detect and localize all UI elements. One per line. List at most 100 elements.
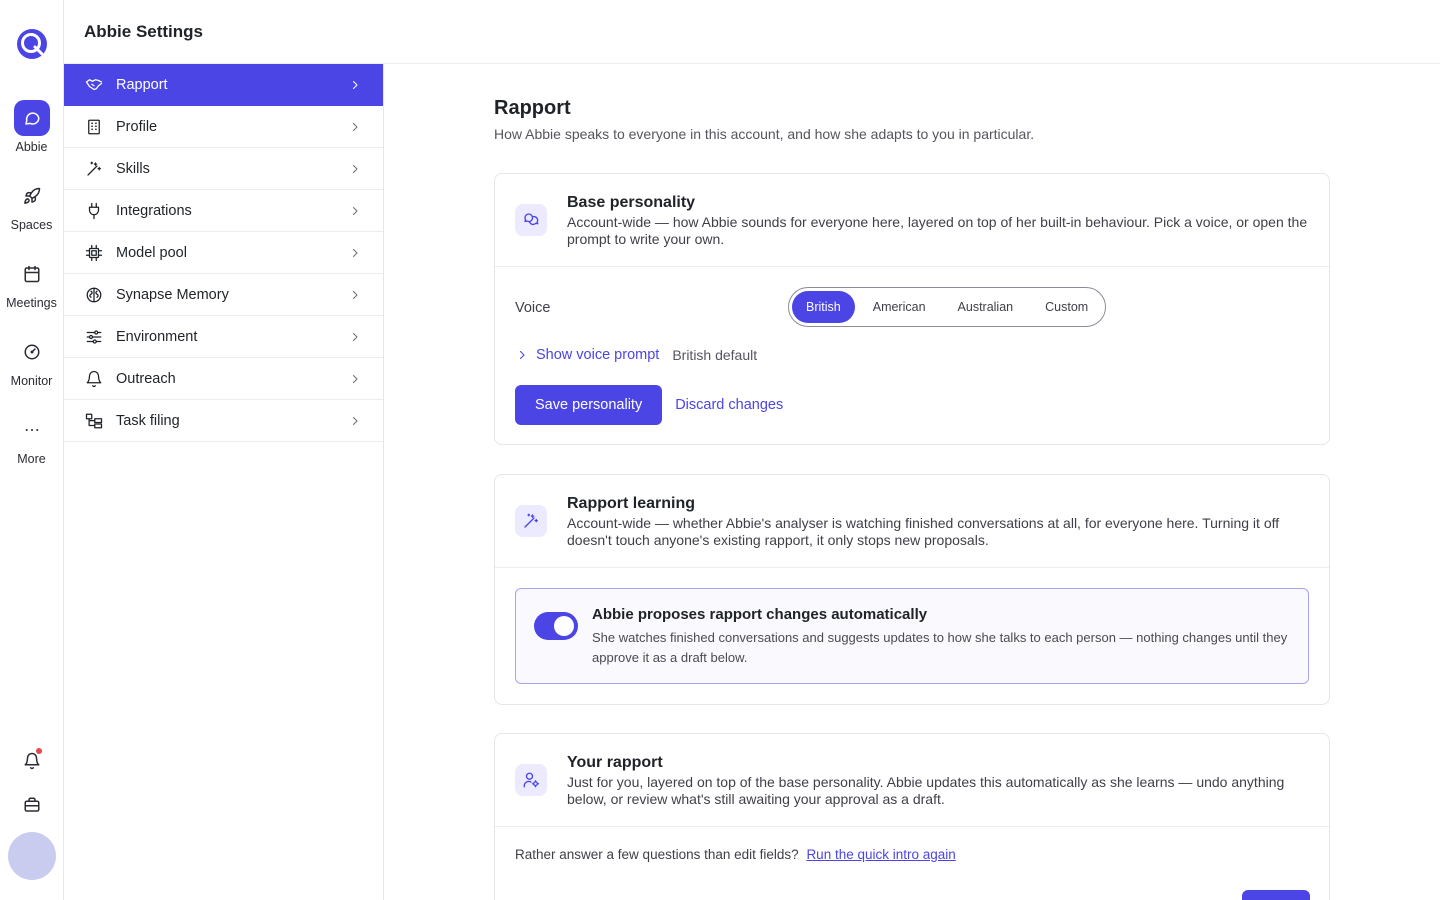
- toggle-title: Abbie proposes rapport changes automatic…: [592, 606, 928, 623]
- rail-item-abbie[interactable]: Abbie: [0, 100, 63, 154]
- gauge-icon: [14, 334, 50, 370]
- show-voice-prompt-label: Show voice prompt: [536, 347, 660, 363]
- bell-icon: [84, 369, 104, 389]
- page-subtitle: How Abbie speaks to everyone in this acc…: [494, 126, 1035, 142]
- chevron-right-icon: [347, 161, 363, 177]
- bell-icon[interactable]: [14, 746, 50, 776]
- voice-prompt-row: Show voice prompt British default: [515, 347, 757, 363]
- magic-wand-icon: [515, 505, 547, 537]
- card-header: Your rapport Just for you, layered on to…: [495, 734, 1329, 827]
- voice-prompt-value: British default: [672, 347, 758, 363]
- main-content: Rapport How Abbie speaks to everyone in …: [384, 64, 1440, 900]
- run-quick-intro-link[interactable]: Run the quick intro again: [806, 847, 955, 862]
- menu-item-label: Outreach: [116, 370, 176, 387]
- chevron-right-icon: [347, 245, 363, 261]
- rail-item-monitor[interactable]: Monitor: [0, 334, 63, 388]
- user-settings-icon: [515, 764, 547, 796]
- page-header-title: Abbie Settings: [84, 22, 204, 41]
- auto-propose-setting: Abbie proposes rapport changes automatic…: [515, 588, 1309, 684]
- app-rail: Abbie Spaces Meetings Monitor More: [0, 0, 64, 900]
- avatar[interactable]: [8, 832, 56, 880]
- voice-option-custom[interactable]: Custom: [1031, 291, 1102, 323]
- rail-item-spaces[interactable]: Spaces: [0, 178, 63, 232]
- your-rapport-card: Your rapport Just for you, layered on to…: [494, 733, 1330, 900]
- rail-label: Abbie: [15, 140, 48, 154]
- rail-item-meetings[interactable]: Meetings: [0, 256, 63, 310]
- menu-item-rapport[interactable]: Rapport: [64, 64, 383, 106]
- chevron-right-icon: [347, 329, 363, 345]
- chevron-right-icon: [347, 413, 363, 429]
- rail-label: Spaces: [10, 218, 53, 232]
- rail-label: Monitor: [10, 374, 53, 388]
- toggle-description: She watches finished conversations and s…: [592, 630, 1288, 665]
- chevron-right-icon: [347, 119, 363, 135]
- rapport-learning-card: Rapport learning Account-wide — whether …: [494, 474, 1330, 705]
- toggle-knob: [554, 616, 574, 636]
- menu-item-environment[interactable]: Environment: [64, 316, 383, 358]
- menu-item-integrations[interactable]: Integrations: [64, 190, 383, 232]
- base-personality-card: Base personality Account-wide — how Abbi…: [494, 173, 1330, 445]
- card-description: Account-wide — whether Abbie's analyser …: [567, 515, 1280, 548]
- menu-item-synapse-memory[interactable]: Synapse Memory: [64, 274, 383, 316]
- card-description: Account-wide — how Abbie sounds for ever…: [567, 214, 1308, 247]
- voice-label: Voice: [515, 300, 551, 316]
- chat-bubble-icon: [13, 100, 50, 136]
- chevron-right-icon: [515, 348, 529, 362]
- menu-item-outreach[interactable]: Outreach: [64, 358, 383, 400]
- voice-option-american[interactable]: American: [859, 291, 940, 323]
- personality-actions: Save personality Discard changes: [515, 385, 783, 425]
- page-title: Rapport: [494, 97, 571, 119]
- card-description: Just for you, layered on top of the base…: [567, 774, 1285, 807]
- handshake-icon: [84, 75, 104, 95]
- top-bar: Abbie Settings: [64, 0, 1440, 64]
- rocket-icon: [14, 178, 50, 214]
- ellipsis-icon: [14, 412, 50, 448]
- voice-option-british[interactable]: British: [792, 291, 855, 323]
- show-voice-prompt-toggle[interactable]: Show voice prompt: [515, 347, 659, 363]
- rail-label: More: [17, 452, 46, 466]
- notification-dot: [36, 748, 42, 754]
- quick-intro-prompt: Rather answer a few questions than edit …: [515, 847, 799, 862]
- magic-wand-icon: [84, 159, 104, 179]
- voice-row: Voice British American Australian Custom: [495, 267, 1329, 347]
- calendar-icon: [14, 256, 50, 292]
- quick-intro-row: Rather answer a few questions than edit …: [515, 847, 956, 862]
- card-header: Base personality Account-wide — how Abbi…: [495, 174, 1329, 267]
- building-icon: [84, 117, 104, 137]
- card-title: Your rapport: [567, 754, 663, 771]
- discard-changes-button[interactable]: Discard changes: [675, 397, 783, 413]
- rail-item-more[interactable]: More: [0, 412, 63, 466]
- menu-item-label: Task filing: [116, 412, 180, 429]
- menu-item-label: Environment: [116, 328, 198, 345]
- brain-icon: [84, 285, 104, 305]
- chevron-right-icon: [347, 371, 363, 387]
- menu-item-label: Rapport: [116, 76, 168, 93]
- settings-menu: Rapport Profile Skills Integrations Mode…: [64, 64, 384, 900]
- menu-item-skills[interactable]: Skills: [64, 148, 383, 190]
- chevron-right-icon: [347, 287, 363, 303]
- sliders-icon: [84, 327, 104, 347]
- menu-item-label: Skills: [116, 160, 150, 177]
- cpu-chip-icon: [84, 243, 104, 263]
- voice-option-australian[interactable]: Australian: [944, 291, 1028, 323]
- menu-item-model-pool[interactable]: Model pool: [64, 232, 383, 274]
- auto-propose-toggle[interactable]: [534, 612, 578, 640]
- menu-item-task-filing[interactable]: Task filing: [64, 400, 383, 442]
- card-title: Rapport learning: [567, 495, 696, 512]
- save-personality-button[interactable]: Save personality: [515, 385, 663, 425]
- hierarchy-icon: [84, 411, 104, 431]
- menu-item-label: Synapse Memory: [116, 286, 229, 303]
- partial-button[interactable]: [1242, 890, 1310, 900]
- briefcase-icon[interactable]: [14, 790, 50, 820]
- plug-icon: [84, 201, 104, 221]
- app-logo-icon[interactable]: [16, 28, 48, 60]
- card-header: Rapport learning Account-wide — whether …: [495, 475, 1329, 568]
- chat-bubbles-icon: [515, 204, 547, 236]
- menu-item-profile[interactable]: Profile: [64, 106, 383, 148]
- menu-item-label: Integrations: [116, 202, 192, 219]
- chevron-right-icon: [347, 77, 363, 93]
- chevron-right-icon: [347, 203, 363, 219]
- rail-label: Meetings: [6, 296, 57, 310]
- menu-item-label: Profile: [116, 118, 158, 135]
- voice-selector: British American Australian Custom: [788, 287, 1107, 327]
